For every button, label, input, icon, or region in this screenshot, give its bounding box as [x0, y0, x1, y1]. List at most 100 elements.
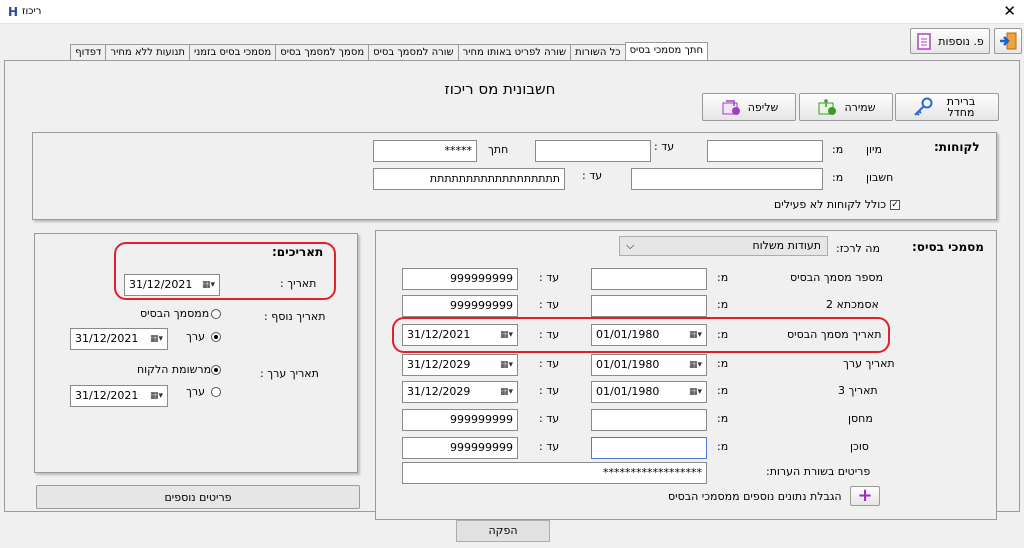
sort-label: מיון	[866, 143, 882, 156]
add-limit-button[interactable]: +	[850, 486, 880, 506]
date-3-to-value: 31/12/2029	[407, 385, 471, 398]
load-button[interactable]: שליפה	[702, 93, 796, 121]
tab-all-lines[interactable]: כל השורות	[570, 44, 626, 61]
calendar-dropdown-icon[interactable]: ▦▾	[150, 329, 163, 349]
more-items-label: פריטים נוספים	[164, 490, 232, 504]
from-base-doc-radio[interactable]	[211, 309, 221, 319]
row-from-label: מ:	[717, 298, 729, 311]
warehouse-from-input[interactable]	[591, 409, 707, 431]
row-label-value-date: תאריך ערך	[843, 357, 895, 370]
tab-browse[interactable]: דפדוף	[70, 44, 107, 61]
value-radio[interactable]	[211, 332, 221, 342]
page-title: חשבונית מס ריכוז	[444, 80, 556, 98]
exit-button[interactable]	[994, 28, 1022, 54]
row-from-label: מ:	[717, 384, 729, 397]
account-to-label: עד :	[582, 169, 603, 182]
default-button[interactable]: ברירת מחדל	[895, 93, 999, 121]
row-to-label: עד :	[539, 298, 560, 311]
reference-2-from-input[interactable]	[591, 295, 707, 317]
highlight-oval-doc-date	[392, 317, 890, 353]
calendar-dropdown-icon[interactable]: ▦▾	[500, 382, 513, 402]
value-date-from-input[interactable]: 01/01/1980 ▦▾	[591, 354, 707, 376]
type-label: מה לרכז:	[836, 242, 880, 255]
extra-date-label: תאריך נוסף :	[264, 310, 326, 323]
app-icon: H	[8, 5, 19, 19]
base-docs-heading: מסמכי בסיס:	[912, 240, 984, 254]
section-input[interactable]: *****	[373, 140, 477, 162]
checklist-icon	[917, 33, 931, 50]
row-label-reference-2: אסמכתא 2	[826, 298, 879, 311]
warehouse-to-input[interactable]: 999999999	[402, 409, 518, 431]
sort-to-label: עד :	[654, 140, 675, 153]
produce-button[interactable]: הפקה	[456, 520, 550, 542]
close-icon[interactable]: ✕	[1003, 2, 1016, 20]
tab-line-per-base-doc[interactable]: שורה למסמך בסיס	[368, 44, 459, 61]
load-button-label: שליפה	[747, 100, 779, 114]
calendar-dropdown-icon[interactable]: ▦▾	[689, 382, 702, 402]
value2-label: ערך	[186, 385, 206, 398]
tab-base-docs-section[interactable]: חתך מסמכי בסיס	[624, 42, 708, 61]
items-in-notes-label: פריטים בשורת הערות:	[766, 465, 871, 478]
more-items-button[interactable]: פריטים נוספים	[36, 485, 360, 509]
value-date-label: תאריך ערך :	[260, 367, 319, 380]
date-3-from-input[interactable]: 01/01/1980 ▦▾	[591, 381, 707, 403]
key-icon	[914, 97, 933, 116]
row-from-label: מ:	[717, 271, 729, 284]
agent-to-input[interactable]: 999999999	[402, 437, 518, 459]
calendar-dropdown-icon[interactable]: ▦▾	[689, 355, 702, 375]
exit-door-icon	[1000, 32, 1017, 50]
row-to-label: עד :	[539, 440, 560, 453]
value-date-input[interactable]: 31/12/2021 ▦▾	[70, 385, 168, 407]
row-to-label: עד :	[539, 412, 560, 425]
from-base-doc-label: ממסמך הבסיס	[140, 307, 210, 320]
doc-number-from-input[interactable]	[591, 268, 707, 290]
include-inactive-label: כולל לקוחות לא פעילים	[774, 198, 887, 211]
reference-2-to-input[interactable]: 999999999	[402, 295, 518, 317]
include-inactive-checkbox[interactable]: ✓	[890, 200, 900, 210]
row-to-label: עד :	[539, 357, 560, 370]
tab-doc-per-base-doc[interactable]: מסמך למסמך בסיס	[275, 44, 370, 61]
row-to-label: עד :	[539, 384, 560, 397]
extra-options-label: פ. נוספות	[938, 34, 984, 48]
tab-movements-no-price[interactable]: תנועות ללא מחיר	[105, 44, 190, 61]
customer-record-radio[interactable]	[211, 365, 221, 375]
section-label: חתך	[488, 143, 509, 156]
limit-label: הגבלת נתונים נוספים ממסמכי הבסיס	[668, 490, 842, 503]
date-3-from-value: 01/01/1980	[596, 385, 660, 398]
default-button-label: ברירת מחדל	[946, 95, 976, 119]
save-button[interactable]: שמירה	[799, 93, 893, 121]
sort-to-input[interactable]	[535, 140, 651, 162]
row-from-label: מ:	[717, 357, 729, 370]
row-from-label: מ:	[717, 440, 729, 453]
highlight-oval-dates	[114, 242, 336, 300]
sort-from-label: מ:	[832, 143, 844, 156]
account-to-input[interactable]: תתתתתתתתתתתתתתתתתת	[373, 168, 565, 190]
value-date-value: 31/12/2021	[75, 389, 139, 402]
calendar-dropdown-icon[interactable]: ▦▾	[500, 355, 513, 375]
row-label-date-3: תאריך 3	[838, 384, 878, 397]
account-label: חשבון	[866, 171, 894, 184]
extra-date-input[interactable]: 31/12/2021 ▦▾	[70, 328, 168, 350]
customer-record-label: מרשומת הלקוח	[137, 363, 212, 376]
account-from-input[interactable]	[631, 168, 823, 190]
date-3-to-input[interactable]: 31/12/2029 ▦▾	[402, 381, 518, 403]
tab-base-docs-temp[interactable]: מסמכי בסיס בזמני	[188, 44, 277, 61]
type-select[interactable]: ⌵ תעודות משלוח	[619, 236, 828, 256]
extra-options-button[interactable]: פ. נוספות	[910, 28, 990, 54]
value2-radio[interactable]	[211, 387, 221, 397]
sort-from-input[interactable]	[707, 140, 823, 162]
value-date-from-value: 01/01/1980	[596, 358, 660, 371]
chevron-down-icon: ⌵	[626, 239, 635, 252]
extra-date-value: 31/12/2021	[75, 332, 139, 345]
tab-strip: חתך מסמכי בסיס כל השורות שורה לפריט באות…	[70, 42, 708, 61]
title-bar: H ריכוז ✕	[0, 0, 1024, 24]
agent-from-input[interactable]	[591, 437, 707, 459]
row-from-label: מ:	[717, 412, 729, 425]
doc-number-to-input[interactable]: 999999999	[402, 268, 518, 290]
customers-heading: לקוחות:	[934, 140, 980, 154]
tab-line-per-item-same-price[interactable]: שורה לפריט באותו מחיר	[457, 44, 572, 61]
value-date-to-input[interactable]: 31/12/2029 ▦▾	[402, 354, 518, 376]
items-in-notes-input[interactable]: ******************	[402, 462, 707, 484]
calendar-dropdown-icon[interactable]: ▦▾	[150, 386, 163, 406]
value-date-to-value: 31/12/2029	[407, 358, 471, 371]
